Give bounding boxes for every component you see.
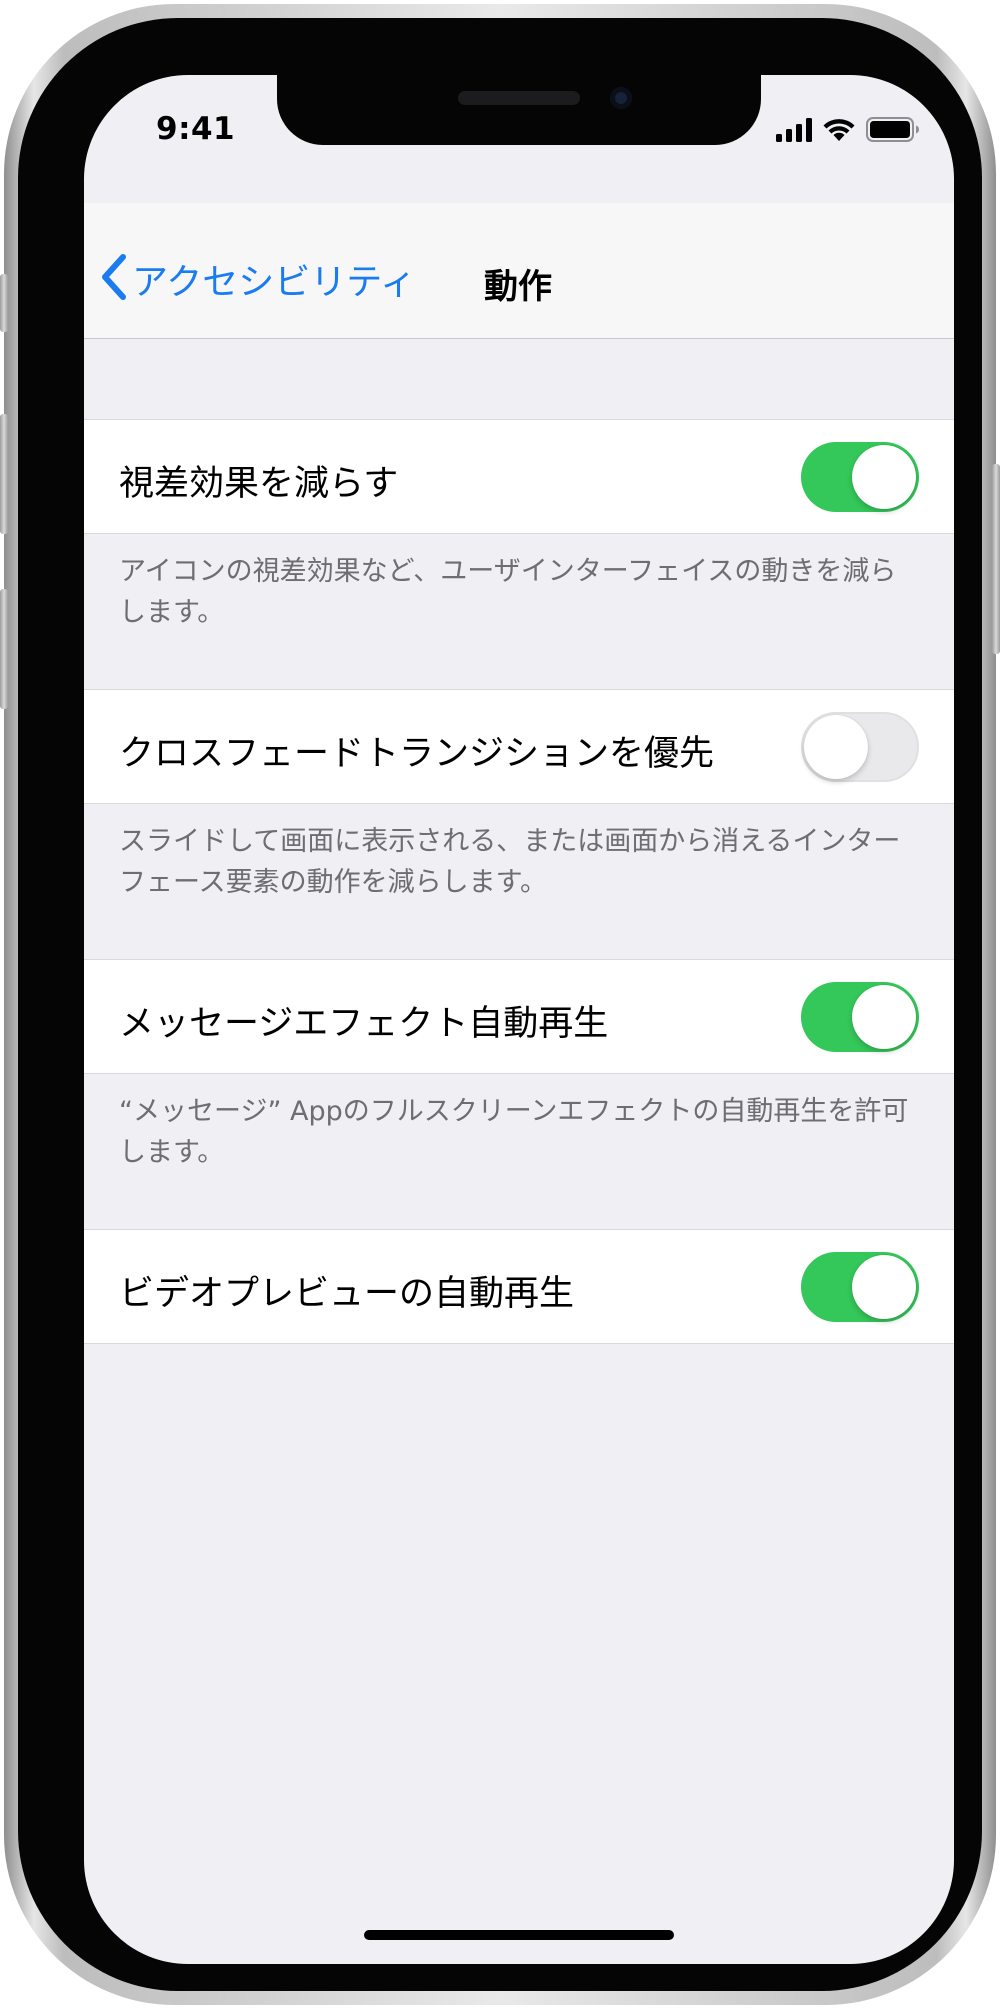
cellular-signal-icon (776, 117, 812, 146)
status-time: 9:41 (156, 111, 236, 147)
setting-row-video-previews[interactable]: ビデオプレビューの自動再生 (84, 1229, 954, 1344)
setting-label: クロスフェードトランジションを優先 (119, 734, 715, 774)
setting-footer-crossfade-transitions: スライドして画面に表示される、または画面から消えるインターフェース要素の動作を減… (119, 826, 901, 898)
earpiece-speaker (458, 91, 580, 105)
status-icons (776, 117, 920, 146)
device-bezel: 9:41 アクセシビリティ 動作 視差効果を減らす アイコンの視差効果など、ユー… (18, 18, 982, 1991)
back-button[interactable]: アクセシビリティ (100, 253, 416, 305)
crossfade-transitions-toggle[interactable] (801, 712, 919, 782)
volume-down-button (0, 589, 8, 709)
setting-footer-message-effects: “メッセージ” Appのフルスクリーンエフェクトの自動再生を許可します。 (119, 1096, 909, 1168)
silent-switch (0, 274, 8, 332)
screen: 9:41 アクセシビリティ 動作 視差効果を減らす アイコンの視差効果など、ユー… (84, 75, 954, 1964)
navigation-bar: アクセシビリティ 動作 (84, 203, 954, 339)
setting-label: ビデオプレビューの自動再生 (119, 1274, 575, 1314)
setting-label: メッセージエフェクト自動再生 (119, 1004, 609, 1044)
toggle-knob (804, 715, 868, 779)
toggle-knob (852, 985, 916, 1049)
setting-row-crossfade-transitions[interactable]: クロスフェードトランジションを優先 (84, 689, 954, 804)
setting-row-reduce-parallax[interactable]: 視差効果を減らす (84, 419, 954, 534)
reduce-parallax-toggle[interactable] (801, 442, 919, 512)
toggle-knob (852, 445, 916, 509)
wifi-icon (822, 117, 856, 146)
chevron-left-icon (100, 253, 128, 305)
iphone-device-frame: 9:41 アクセシビリティ 動作 視差効果を減らす アイコンの視差効果など、ユー… (0, 4, 1000, 2005)
front-camera (610, 87, 632, 109)
setting-label: 視差効果を減らす (119, 464, 399, 504)
setting-row-message-effects[interactable]: メッセージエフェクト自動再生 (84, 959, 954, 1074)
notch (277, 75, 761, 145)
back-button-label: アクセシビリティ (132, 262, 417, 303)
side-power-button (992, 464, 1000, 654)
setting-footer-reduce-parallax: アイコンの視差効果など、ユーザインターフェイスの動きを減らします。 (119, 556, 897, 628)
message-effects-toggle[interactable] (801, 982, 919, 1052)
battery-icon (866, 117, 920, 146)
home-indicator[interactable] (364, 1930, 674, 1940)
volume-up-button (0, 414, 8, 534)
page-title: 動作 (484, 267, 552, 307)
video-previews-toggle[interactable] (801, 1252, 919, 1322)
toggle-knob (852, 1255, 916, 1319)
